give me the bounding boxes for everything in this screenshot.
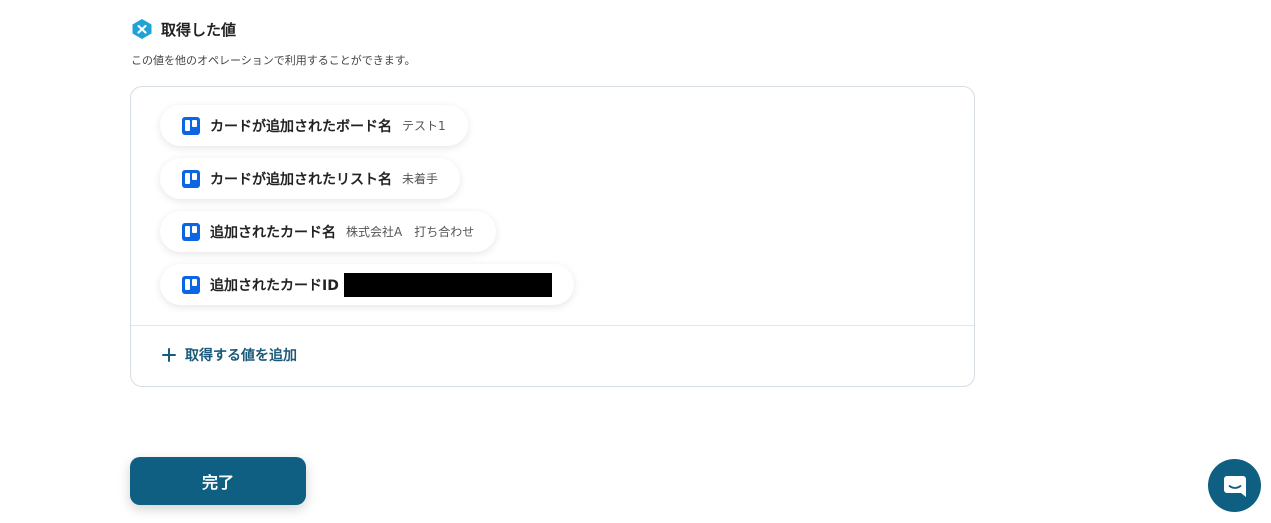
yoom-logo-icon <box>132 19 152 39</box>
panel-divider <box>131 325 974 326</box>
value-chip-card-name[interactable]: 追加されたカード名 株式会社A 打ち合わせ <box>160 211 497 252</box>
trello-icon <box>182 222 200 241</box>
value-chip-list: カードが追加されたボード名 テスト1 カードが追加されたリスト名 未着手 追加さ… <box>160 105 574 317</box>
value-chip-card-id[interactable]: 追加されたカードID <box>160 264 574 305</box>
plus-icon <box>162 348 176 362</box>
chat-launcher-button[interactable] <box>1208 459 1261 512</box>
chip-label: 追加されたカードID <box>210 277 339 294</box>
section-description: この値を他のオペレーションで利用することができます。 <box>131 54 416 67</box>
chip-value: テスト1 <box>402 119 446 133</box>
chip-label: カードが追加されたボード名 <box>210 118 392 135</box>
redacted-value <box>343 272 552 297</box>
value-chip-board-name[interactable]: カードが追加されたボード名 テスト1 <box>160 105 468 146</box>
section-header: 取得した値 <box>131 18 236 40</box>
chat-bubble-icon <box>1223 475 1246 497</box>
trello-icon <box>182 275 200 294</box>
chip-label: カードが追加されたリスト名 <box>210 171 392 188</box>
chip-value: 未着手 <box>402 172 439 186</box>
page: 取得した値 この値を他のオペレーションで利用することができます。 カードが追加さ… <box>0 0 1271 523</box>
trello-icon <box>182 169 200 188</box>
chip-value: 株式会社A 打ち合わせ <box>346 225 475 239</box>
add-value-button[interactable]: 取得する値を追加 <box>161 340 297 370</box>
add-value-label: 取得する値を追加 <box>185 348 297 364</box>
trello-icon <box>182 116 200 135</box>
values-panel: カードが追加されたボード名 テスト1 カードが追加されたリスト名 未着手 追加さ… <box>130 86 975 387</box>
section-title: 取得した値 <box>161 20 237 39</box>
done-button[interactable]: 完了 <box>130 457 306 505</box>
chip-label: 追加されたカード名 <box>210 224 336 241</box>
value-chip-list-name[interactable]: カードが追加されたリスト名 未着手 <box>160 158 461 199</box>
